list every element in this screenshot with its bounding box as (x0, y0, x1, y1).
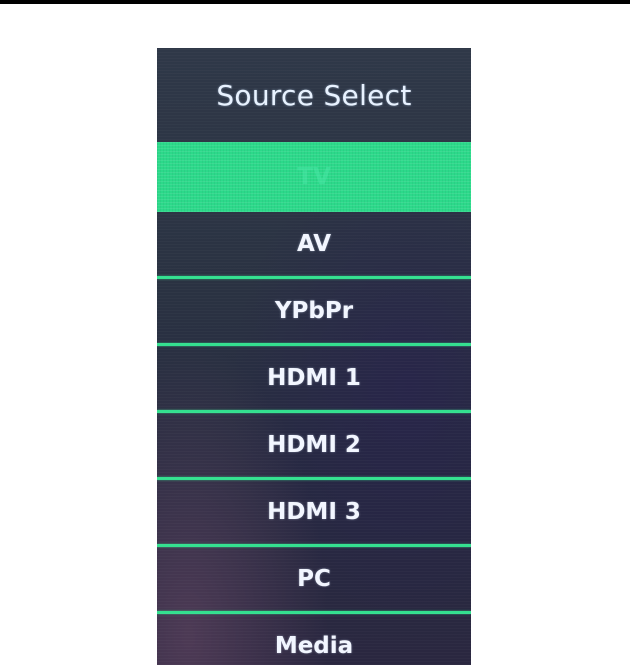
source-select-menu: Source Select TV AV YPbPr HDMI 1 HDMI 2 … (157, 48, 471, 665)
source-item-tv[interactable]: TV (157, 142, 471, 212)
source-item-hdmi-1[interactable]: HDMI 1 (157, 346, 471, 410)
menu-title: Source Select (216, 78, 412, 112)
source-item-hdmi-2[interactable]: HDMI 2 (157, 413, 471, 477)
source-item-media[interactable]: Media (157, 614, 471, 665)
source-list: TV AV YPbPr HDMI 1 HDMI 2 HDMI 3 PC Medi… (157, 142, 471, 665)
source-item-label: HDMI 2 (267, 432, 361, 458)
source-item-label: HDMI 3 (267, 499, 361, 525)
source-item-ypbpr[interactable]: YPbPr (157, 279, 471, 343)
source-item-label: YPbPr (274, 298, 354, 324)
source-item-label: PC (297, 566, 331, 592)
source-item-label: AV (296, 231, 332, 257)
source-item-av[interactable]: AV (157, 212, 471, 276)
source-item-label: TV (297, 164, 331, 190)
source-item-pc[interactable]: PC (157, 547, 471, 611)
source-item-label: HDMI 1 (267, 365, 361, 391)
source-item-label: Media (274, 633, 354, 659)
source-item-hdmi-3[interactable]: HDMI 3 (157, 480, 471, 544)
page-top-rule (0, 0, 630, 4)
